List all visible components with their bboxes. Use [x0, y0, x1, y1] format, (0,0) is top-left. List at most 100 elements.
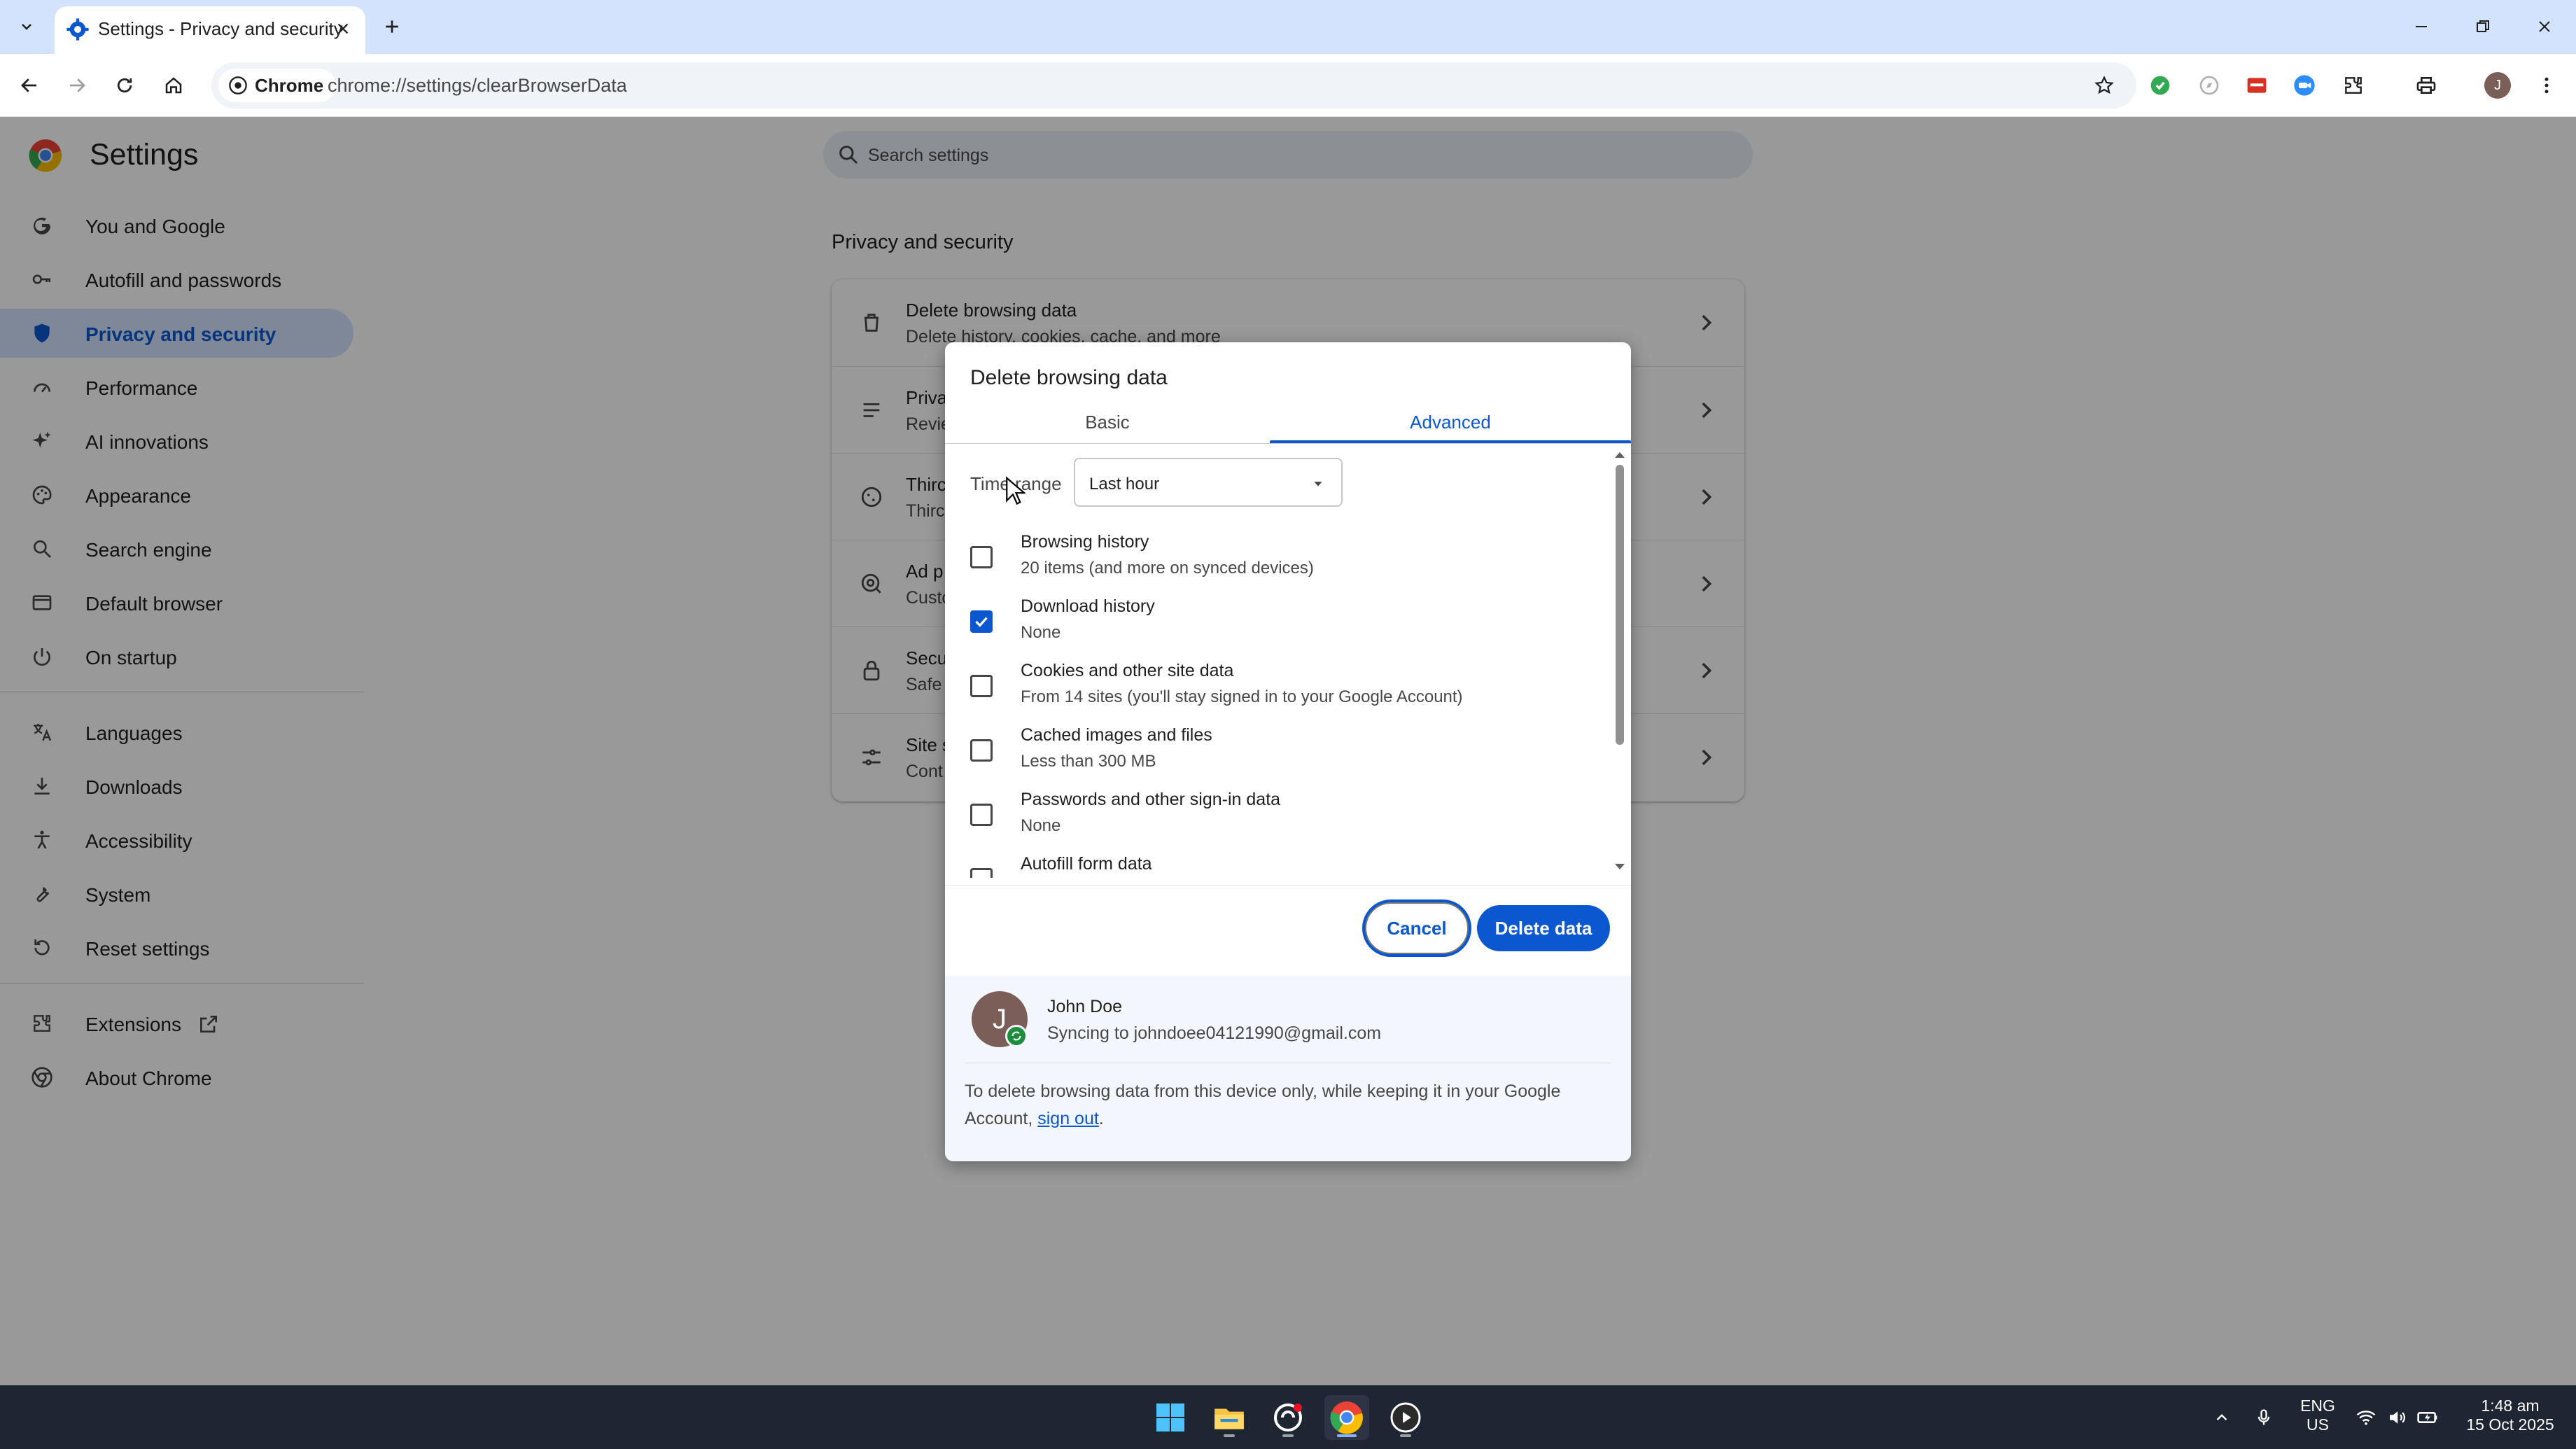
close-icon — [2539, 21, 2550, 32]
option-download-history[interactable]: Download history None — [970, 592, 1586, 657]
tab-search-button[interactable] — [11, 11, 42, 42]
option-subtitle: Less than 300 MB — [1021, 752, 1156, 771]
language-indicator[interactable]: ENG US — [2296, 1396, 2339, 1434]
plus-icon — [386, 20, 398, 33]
profile-avatar: J — [2484, 72, 2511, 99]
option-browsing-history[interactable]: Browsing history 20 items (and more on s… — [970, 528, 1586, 592]
restore-icon — [2477, 20, 2489, 32]
account-name: John Doe — [1047, 997, 1123, 1016]
option-subtitle: 20 items (and more on synced devices) — [1021, 559, 1314, 578]
option-cookies[interactable]: Cookies and other site data From 14 site… — [970, 657, 1586, 721]
dialog-scroll-area[interactable]: Time range Last hour Browsing history 20… — [945, 444, 1631, 878]
sign-out-link[interactable]: sign out — [1037, 1109, 1099, 1128]
option-cached-images[interactable]: Cached images and files Less than 300 MB — [970, 721, 1586, 785]
address-bar[interactable]: Chrome chrome://settings/clearBrowserDat… — [211, 62, 2136, 108]
compass-icon — [2199, 76, 2219, 95]
time-range-value: Last hour — [1089, 475, 1160, 493]
chrome-menu-button[interactable] — [2528, 67, 2565, 104]
running-indicator — [1282, 1434, 1294, 1437]
back-button[interactable] — [11, 67, 48, 104]
app-record-icon — [1274, 1404, 1302, 1432]
site-info-chip[interactable]: Chrome — [218, 69, 337, 102]
taskbar-media-player[interactable] — [1383, 1395, 1428, 1440]
scroll-up-arrow-icon[interactable] — [1613, 449, 1627, 461]
tab-close-button[interactable] — [330, 16, 356, 41]
extension-red-button[interactable] — [2239, 67, 2275, 104]
kebab-menu-icon — [2544, 77, 2549, 94]
option-subtitle: None — [1021, 816, 1061, 835]
show-hidden-icons-button[interactable] — [2208, 1404, 2236, 1432]
option-title: Browsing history — [1021, 532, 1149, 552]
arrow-left-icon — [21, 78, 36, 92]
taskbar-app-circle[interactable] — [1266, 1395, 1310, 1440]
extension-compass-button[interactable] — [2191, 67, 2227, 104]
taskbar-file-explorer[interactable] — [1207, 1395, 1252, 1440]
sync-arrows-icon — [1011, 1031, 1021, 1041]
volume-button[interactable] — [2383, 1404, 2411, 1432]
windows-logo-icon — [1156, 1404, 1184, 1432]
start-button[interactable] — [1148, 1395, 1193, 1440]
clock[interactable]: 1:48 am 15 Oct 2025 — [2454, 1396, 2566, 1434]
extensions-menu-button[interactable] — [2335, 67, 2372, 104]
minimize-icon — [2416, 26, 2427, 27]
extension-green-button[interactable] — [2142, 67, 2178, 104]
arrow-right-icon — [70, 78, 85, 92]
delete-browsing-data-dialog: Delete browsing data Basic Advanced Time… — [945, 342, 1631, 1161]
new-tab-button[interactable] — [377, 11, 407, 42]
printer-icon — [2416, 77, 2436, 94]
scroll-down-arrow-icon[interactable] — [1613, 861, 1627, 872]
play-icon — [1390, 1402, 1421, 1433]
clock-date: 15 Oct 2025 — [2466, 1415, 2554, 1434]
profile-button[interactable]: J — [2479, 67, 2516, 104]
restore-button[interactable] — [2458, 7, 2507, 46]
extension-red-icon — [2247, 78, 2267, 93]
taskbar-chrome[interactable] — [1324, 1395, 1369, 1440]
checkbox-browsing-history[interactable] — [970, 546, 993, 568]
language-code: ENG — [2300, 1396, 2335, 1415]
gear-icon — [66, 18, 89, 41]
extension-green-icon — [2150, 76, 2170, 95]
checkbox-cookies[interactable] — [970, 675, 993, 697]
microphone-button[interactable] — [2250, 1404, 2278, 1432]
close-icon — [337, 23, 349, 34]
browser-tab-settings[interactable]: Settings - Privacy and security — [55, 6, 365, 54]
reload-icon — [117, 78, 132, 93]
tab-advanced[interactable]: Advanced — [1270, 401, 1631, 443]
option-autofill[interactable]: Autofill form data — [970, 850, 1586, 878]
extension-zoom-button[interactable] — [2286, 67, 2323, 104]
close-window-button[interactable] — [2520, 7, 2569, 46]
option-title: Autofill form data — [1021, 854, 1152, 874]
option-passwords[interactable]: Passwords and other sign-in data None — [970, 785, 1586, 850]
battery-button[interactable] — [2414, 1404, 2442, 1432]
checkbox-download-history[interactable] — [970, 610, 993, 633]
print-button[interactable] — [2408, 67, 2444, 104]
checkbox-cached-images[interactable] — [970, 739, 993, 762]
reload-button[interactable] — [106, 67, 143, 104]
region-code: US — [2306, 1415, 2329, 1434]
delete-data-button[interactable]: Delete data — [1477, 905, 1610, 951]
time-range-select[interactable]: Last hour — [1074, 458, 1343, 507]
running-indicator — [1224, 1434, 1235, 1437]
home-button[interactable] — [155, 67, 192, 104]
checkbox-autofill[interactable] — [970, 868, 993, 878]
minimize-button[interactable] — [2397, 7, 2446, 46]
battery-charging-icon — [2417, 1412, 2437, 1423]
url-text[interactable]: chrome://settings/clearBrowserData — [328, 75, 627, 97]
forward-button[interactable] — [59, 67, 95, 104]
chevron-up-icon — [2216, 1414, 2227, 1421]
puzzle-icon — [2345, 77, 2362, 94]
checkbox-passwords[interactable] — [970, 804, 993, 826]
option-title: Cookies and other site data — [1021, 661, 1234, 680]
scrollbar-thumb[interactable] — [1616, 465, 1624, 745]
footer-note: To delete browsing data from this device… — [965, 1078, 1609, 1133]
wifi-button[interactable] — [2352, 1404, 2380, 1432]
tab-basic[interactable]: Basic — [945, 401, 1270, 443]
bookmark-button[interactable] — [2087, 69, 2121, 102]
sync-icon — [1005, 1025, 1028, 1047]
site-chip-label: Chrome — [255, 74, 324, 96]
option-subtitle: None — [1021, 623, 1061, 642]
option-title: Passwords and other sign-in data — [1021, 790, 1281, 809]
content-divider — [945, 885, 1631, 886]
tab-strip: Settings - Privacy and security — [0, 0, 2576, 54]
cancel-button[interactable]: Cancel — [1365, 902, 1469, 954]
